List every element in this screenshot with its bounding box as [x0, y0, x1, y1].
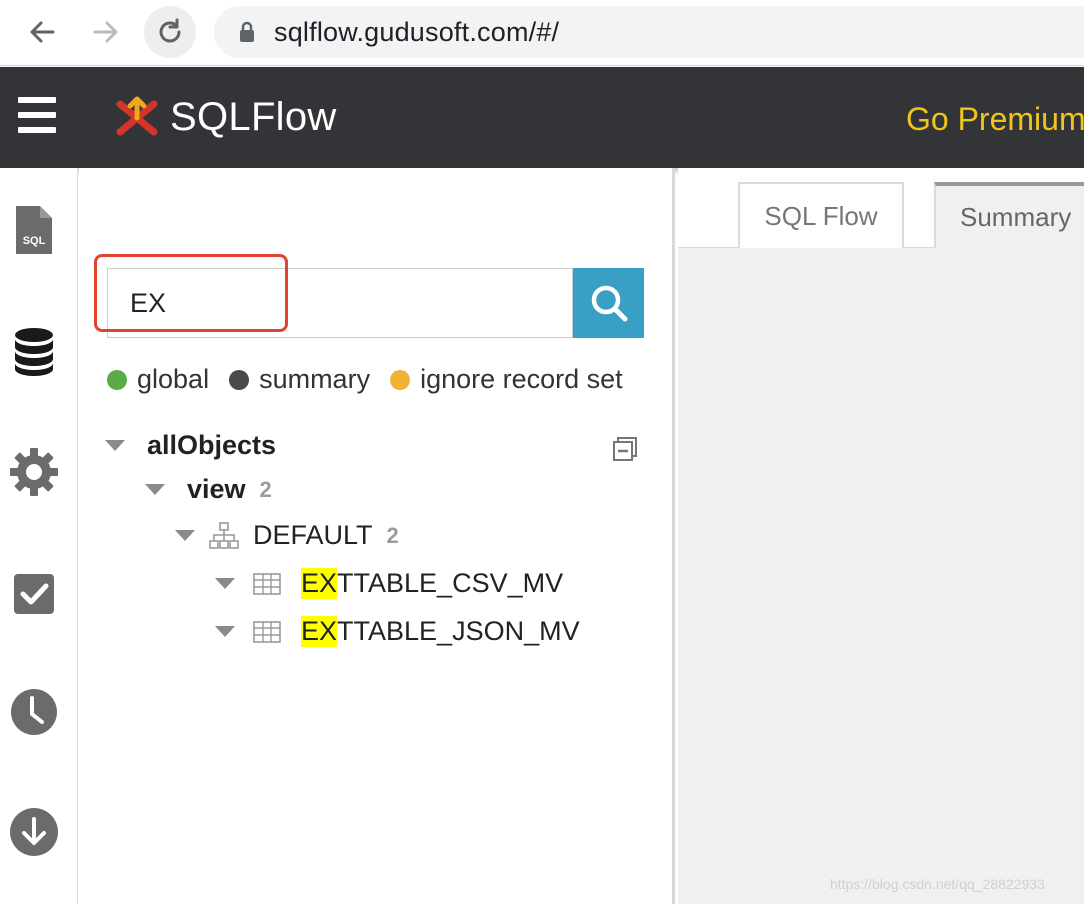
caret-down-icon[interactable]: [145, 484, 165, 495]
tree-node-label: view: [187, 474, 246, 504]
schema-hierarchy-icon: [209, 521, 239, 549]
lock-icon: [238, 21, 256, 43]
reload-button[interactable]: [144, 6, 196, 58]
arrow-right-icon: [93, 21, 118, 43]
tab-summary[interactable]: Summary: [934, 182, 1084, 248]
go-premium-link[interactable]: Go Premium: [906, 101, 1084, 138]
caret-down-icon[interactable]: [215, 626, 235, 637]
checklist-button[interactable]: [8, 568, 60, 620]
caret-down-icon[interactable]: [105, 440, 125, 451]
app-name: SQLFlow: [170, 95, 337, 139]
legend-label: global: [137, 364, 210, 394]
back-button[interactable]: [16, 6, 68, 58]
database-button[interactable]: [8, 326, 60, 378]
watermark: https://blog.csdn.net/qq_28822933: [830, 876, 1045, 892]
search-box: [107, 268, 573, 338]
dark-dot-icon: [229, 369, 250, 390]
search-match-highlight: EX: [301, 616, 338, 647]
menu-icon[interactable]: [18, 97, 58, 137]
legend-item-summary[interactable]: summary: [229, 364, 370, 395]
search-match-highlight: EX: [301, 568, 338, 599]
sqlflow-logo-icon: [116, 96, 158, 135]
tree-node-table[interactable]: EX TTABLE_JSON_MV: [215, 616, 580, 647]
search-input[interactable]: [108, 269, 572, 337]
history-button[interactable]: [8, 686, 60, 738]
yellow-dot-icon: [390, 369, 411, 390]
search-button[interactable]: [573, 268, 644, 338]
caret-down-icon[interactable]: [175, 530, 195, 541]
legend-item-global[interactable]: global: [107, 364, 209, 395]
download-icon: [10, 808, 58, 856]
app-logo: SQLFlow: [114, 95, 337, 140]
tree-node-table[interactable]: EX TTABLE_CSV_MV: [215, 568, 563, 599]
tab-bar: SQL Flow Summary: [678, 168, 1084, 248]
app-header: SQLFlow Go Premium: [0, 67, 1084, 168]
browser-toolbar: sqlflow.gudusoft.com/#/: [0, 0, 1084, 66]
clock-icon: [11, 689, 57, 735]
collapse-all-icon: [613, 437, 637, 461]
legend-label: ignore record set: [420, 364, 623, 394]
tab-sql-flow[interactable]: SQL Flow: [738, 182, 904, 248]
address-bar[interactable]: sqlflow.gudusoft.com/#/: [214, 6, 1084, 58]
checkbox-icon: [14, 574, 54, 614]
tree-node-default[interactable]: DEFAULT 2: [175, 520, 399, 551]
collapse-all-button[interactable]: [612, 436, 638, 467]
download-button[interactable]: [8, 806, 60, 858]
gear-icon: [10, 448, 58, 496]
reload-icon: [159, 18, 181, 43]
table-icon: [253, 572, 281, 595]
database-icon: [15, 328, 53, 376]
main-content: SQL Flow Summary https://blog.csdn.net/q…: [678, 168, 1084, 904]
url-text: sqlflow.gudusoft.com/#/: [274, 16, 560, 47]
arrow-left-icon: [30, 21, 55, 43]
legend: global summary ignore record set: [107, 364, 643, 395]
sql-file-button[interactable]: SQL: [8, 204, 60, 256]
legend-label: summary: [259, 364, 371, 394]
tree-node-label: allObjects: [147, 430, 277, 460]
legend-item-ignore-record-set[interactable]: ignore record set: [390, 364, 623, 395]
forward-button[interactable]: [80, 6, 132, 58]
table-icon: [253, 620, 281, 643]
node-count: 2: [386, 522, 399, 548]
sql-file-icon: SQL: [16, 206, 52, 254]
node-count: 2: [259, 476, 272, 502]
caret-down-icon[interactable]: [215, 578, 235, 589]
svg-text:SQL: SQL: [23, 235, 46, 247]
left-icon-rail: SQL: [0, 168, 78, 904]
settings-button[interactable]: [8, 446, 60, 498]
tree-node-label: TTABLE_JSON_MV: [337, 616, 580, 646]
tree-node-allobjects[interactable]: allObjects: [105, 430, 276, 461]
tree-node-label: DEFAULT: [253, 520, 373, 550]
tree-node-view[interactable]: view 2: [145, 474, 272, 505]
tree-node-label: TTABLE_CSV_MV: [337, 568, 564, 598]
object-panel: global summary ignore record set allObje…: [79, 168, 675, 904]
search-icon: [591, 285, 627, 322]
green-dot-icon: [107, 369, 127, 390]
